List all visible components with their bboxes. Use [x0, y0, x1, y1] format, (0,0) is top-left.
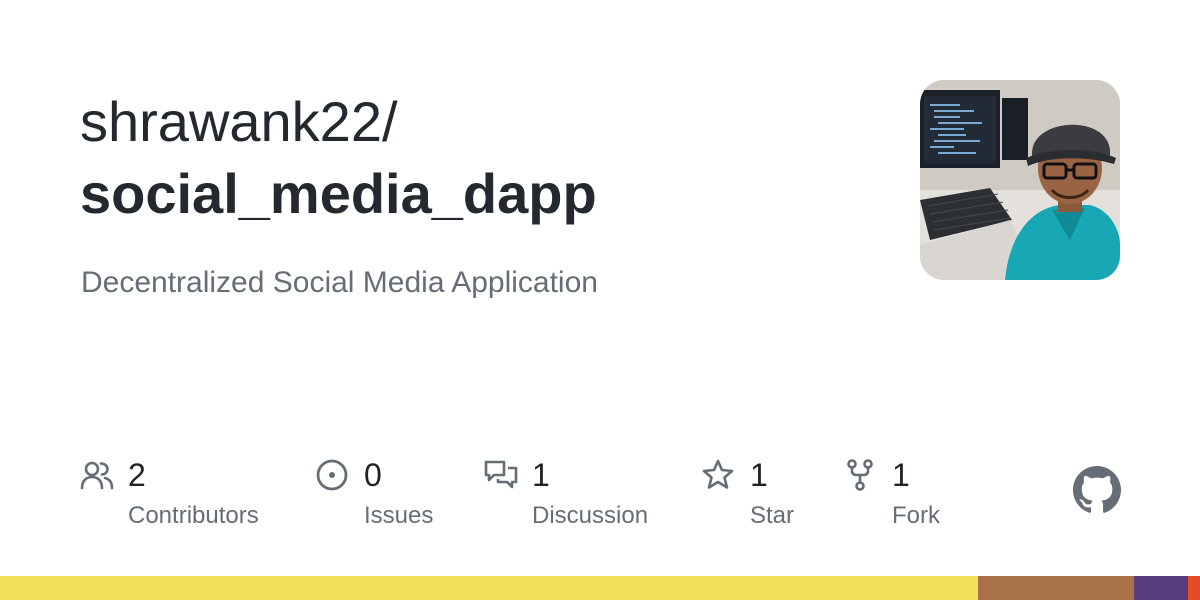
- fork-count: 1: [892, 457, 910, 493]
- language-bar: [0, 576, 1200, 600]
- fork-label: Fork: [892, 502, 940, 529]
- owner-avatar[interactable]: [920, 80, 1120, 280]
- language-bar-segment: [1188, 576, 1200, 600]
- star-icon: [702, 459, 734, 489]
- language-bar-segment: [1134, 576, 1188, 600]
- contributors-label: Contributors: [128, 502, 259, 529]
- fork-icon: [847, 459, 873, 491]
- issue-circle-icon: [316, 459, 348, 491]
- repo-owner[interactable]: shrawank22/: [80, 88, 398, 156]
- star-count: 1: [750, 457, 768, 493]
- repo-description: Decentralized Social Media Application: [81, 266, 598, 299]
- people-icon: [80, 461, 114, 490]
- language-bar-segment: [978, 576, 1134, 600]
- discussion-label: Discussion: [532, 502, 649, 529]
- contributors-count: 2: [128, 457, 146, 493]
- discussion-count: 1: [532, 457, 550, 493]
- repo-name[interactable]: social_media_dapp: [80, 160, 597, 228]
- star-label: Star: [750, 502, 795, 529]
- github-mark-icon[interactable]: [1073, 466, 1121, 514]
- discussion-icon: [484, 460, 518, 489]
- issues-count: 0: [364, 457, 382, 493]
- language-bar-segment: [0, 576, 978, 600]
- avatar-photo-icon: [920, 80, 1120, 280]
- issues-label: Issues: [364, 502, 434, 529]
